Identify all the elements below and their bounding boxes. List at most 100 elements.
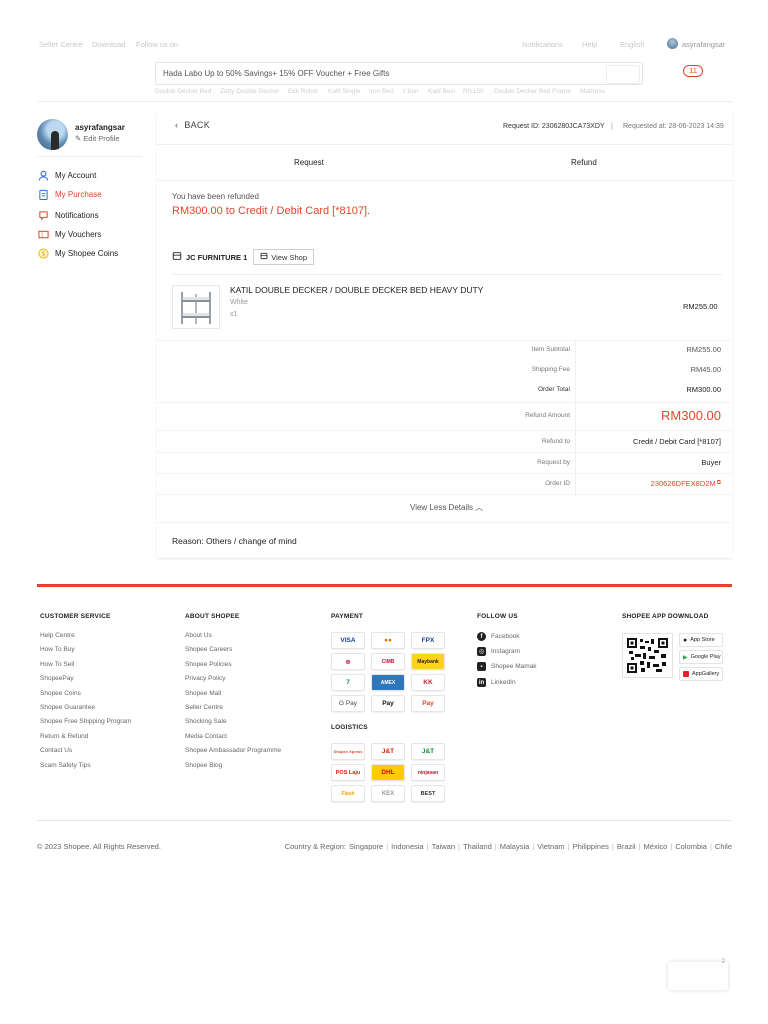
view-shop-button[interactable]: View Shop [253, 249, 314, 265]
back-button[interactable]: ‹ BACK [175, 120, 210, 130]
top-avatar[interactable] [667, 38, 678, 49]
svg-text:$: $ [41, 250, 45, 257]
follow-instagram[interactable]: ◎ Instagram [477, 647, 520, 656]
sidebar-item-my-purchase[interactable]: My Purchase [37, 186, 102, 202]
footer-link[interactable]: Shopee Careers [185, 646, 232, 653]
dhl-logo: DHL [371, 764, 405, 781]
shipping-fee-value: RM45.00 [690, 365, 721, 374]
refund-amount-label: Refund Amount [525, 412, 570, 419]
app-store-button[interactable]: ● App Store [679, 633, 723, 647]
store-label: AppGallery [692, 671, 720, 677]
follow-facebook[interactable]: f Facebook [477, 632, 520, 641]
footer-link[interactable]: Shopee Coins [40, 690, 81, 697]
user-icon [37, 169, 49, 181]
search-input[interactable]: Hada Labo Up to 50% Savings+ 15% OFF Vou… [155, 62, 643, 85]
jnt-cargo-logo: J&T [411, 743, 445, 760]
download-link[interactable]: Download [92, 40, 125, 49]
avatar[interactable] [37, 119, 68, 150]
cart-count-badge[interactable]: 11 [683, 65, 703, 77]
region-link[interactable]: Indonesia [391, 842, 424, 851]
chat-widget[interactable]: 2 [668, 959, 728, 990]
region-link[interactable]: Malaysia [500, 842, 530, 851]
footer-link[interactable]: Privacy Policy [185, 675, 225, 682]
footer-link[interactable]: Shopee Mall [185, 690, 221, 697]
follow-us-link[interactable]: Follow us on [136, 40, 178, 49]
region-link[interactable]: Brazil [617, 842, 636, 851]
follow-shopee-mamak[interactable]: ▪ Shopee Mamak [477, 662, 537, 671]
region-link[interactable]: Philippines [573, 842, 609, 851]
order-id-link[interactable]: 230626DFEX8D2M ⧉ [651, 479, 721, 488]
about-shopee-heading: ABOUT SHOPEE [185, 613, 240, 620]
region-link[interactable]: Thailand [463, 842, 492, 851]
google-play-button[interactable]: ▶ Google Play [679, 650, 723, 664]
sidebar-item-label: My Vouchers [55, 229, 102, 239]
footer-link[interactable]: Scam Safety Tips [40, 762, 91, 769]
footer-link[interactable]: Shopee Guarantee [40, 704, 95, 711]
footer-link[interactable]: ShopeePay [40, 675, 74, 682]
footer-link[interactable]: About Us [185, 632, 212, 639]
search-suggestion[interactable]: Y1lun [402, 88, 419, 95]
view-less-details-button[interactable]: View Less Details ︿ [410, 502, 483, 513]
summary-divider [157, 430, 732, 431]
sidebar-item-my-account[interactable]: My Account [37, 167, 96, 183]
app-gallery-button[interactable]: AppGallery [679, 667, 723, 681]
search-suggestion[interactable]: Mattress [580, 88, 605, 95]
follow-label: LinkedIn [491, 679, 516, 686]
sidebar-divider [37, 156, 142, 157]
product-image[interactable] [172, 285, 220, 329]
product-title[interactable]: KATIL DOUBLE DECKER / DOUBLE DECKER BED … [230, 285, 483, 295]
region-link[interactable]: Chile [715, 842, 732, 851]
help-link[interactable]: Help [582, 40, 597, 49]
app-download-heading: SHOPEE APP DOWNLOAD [622, 613, 709, 620]
search-suggestion[interactable]: Rfs150 [463, 88, 484, 95]
pos-laju-logo: POS Laju [331, 764, 365, 781]
footer-link[interactable]: Contact Us [40, 747, 72, 754]
best-express-logo: BEST [411, 785, 445, 802]
search-suggestion[interactable]: Zetty Double Decker [220, 88, 279, 95]
footer-link[interactable]: Shocking Sale [185, 718, 227, 725]
shop-icon [260, 252, 268, 262]
sidebar-item-label: My Purchase [55, 189, 102, 199]
footer-link[interactable]: Media Contact [185, 733, 227, 740]
tab-refund[interactable]: Refund [571, 158, 597, 167]
search-suggestion[interactable]: Double Decker Bed [155, 88, 211, 95]
seller-centre-link[interactable]: Seller Centre [39, 40, 83, 49]
edit-profile-link[interactable]: ✎ Edit Profile [75, 134, 120, 143]
tab-request[interactable]: Request [294, 158, 324, 167]
sidebar-item-notifications[interactable]: Notifications [37, 207, 99, 223]
region-link[interactable]: Singapore [349, 842, 383, 851]
footer-link[interactable]: Return & Refund [40, 733, 88, 740]
sidebar-username: asyrafangsar [75, 123, 125, 132]
notifications-link[interactable]: Notifications [522, 40, 563, 49]
footer-link[interactable]: How To Sell [40, 661, 74, 668]
sidebar-item-my-vouchers[interactable]: My Vouchers [37, 226, 101, 242]
top-username[interactable]: asyrafangsar [682, 40, 725, 49]
follow-linkedin[interactable]: in LinkedIn [477, 678, 516, 687]
search-suggestion[interactable]: Iron Bed [369, 88, 394, 95]
language-selector[interactable]: English [620, 40, 645, 49]
apple-icon: ● [683, 636, 688, 644]
footer-link[interactable]: Shopee Blog [185, 762, 222, 769]
search-suggestion[interactable]: Katil Besi [428, 88, 455, 95]
region-link[interactable]: Taiwan [432, 842, 455, 851]
footer-link[interactable]: Shopee Policies [185, 661, 232, 668]
footer-link[interactable]: Seller Centre [185, 704, 223, 711]
region-link[interactable]: Vietnam [537, 842, 564, 851]
refund-status: You have been refunded [172, 192, 259, 201]
footer-link[interactable]: How To Buy [40, 646, 75, 653]
region-link[interactable]: México [644, 842, 668, 851]
search-suggestion[interactable]: Double Decker Bed Frame [494, 88, 571, 95]
region-link[interactable]: Colombia [675, 842, 707, 851]
footer-link[interactable]: Help Centre [40, 632, 75, 639]
footer-link[interactable]: Shopee Free Shipping Program [40, 718, 131, 725]
request-info-separator: | [611, 123, 613, 130]
shopee-bag-icon: ▪ [477, 662, 486, 671]
shop-name[interactable]: JC FURNITURE 1 [186, 253, 247, 262]
search-suggestion[interactable]: Etik Robot [288, 88, 318, 95]
sidebar-item-label: My Account [55, 170, 97, 180]
shopee-xpress-logo: Shopee Xpress [331, 743, 365, 760]
footer-link[interactable]: Shopee Ambassador Programme [185, 747, 281, 754]
search-suggestion[interactable]: Katil Single [328, 88, 361, 95]
search-button[interactable] [606, 65, 640, 84]
sidebar-item-my-shopee-coins[interactable]: $ My Shopee Coins [37, 245, 118, 261]
